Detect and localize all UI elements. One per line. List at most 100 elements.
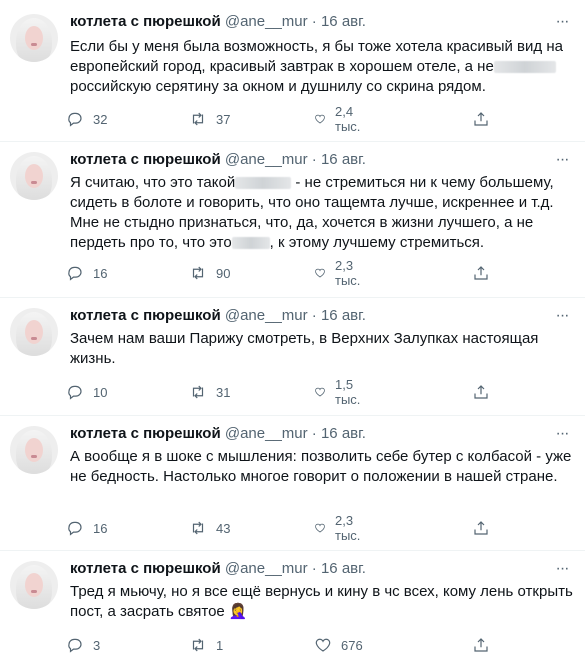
reply-count: 32: [93, 111, 108, 127]
tweet-text-part: российскую серятину за окном и душнилу с…: [70, 78, 486, 95]
tweet-text: А вообще я в шоке с мышления: позволить …: [70, 448, 572, 485]
retweet-button[interactable]: 1: [189, 635, 223, 655]
like-count: 2,3 тыс.: [335, 513, 361, 543]
censored-word: [235, 177, 292, 190]
reply-button[interactable]: 16: [66, 263, 107, 283]
like-icon: [315, 268, 325, 278]
like-icon: [315, 114, 325, 124]
author-handle[interactable]: @ane__mur: [225, 151, 308, 168]
retweet-icon: [192, 385, 204, 399]
retweet-count: 31: [216, 384, 231, 400]
separator-dot: ·: [311, 560, 317, 577]
avatar[interactable]: [10, 308, 58, 356]
retweet-count: 43: [216, 520, 231, 536]
separator-dot: ·: [311, 425, 317, 442]
share-button[interactable]: [472, 109, 490, 129]
reply-icon: [68, 521, 82, 536]
tweet-text: Тред я мьючу, но я все ещё вернусь и кин…: [70, 583, 573, 620]
author-handle[interactable]: @ane__mur: [225, 560, 308, 577]
tweet-date[interactable]: 16 авг.: [321, 425, 366, 442]
tweet-text-part: , к этому лучшему стремиться.: [269, 234, 485, 251]
author-name[interactable]: котлета с пюрешкой: [70, 151, 221, 168]
author-name[interactable]: котлета с пюрешкой: [70, 560, 221, 577]
author-name[interactable]: котлета с пюрешкой: [70, 425, 221, 442]
retweet-icon: [192, 266, 204, 280]
separator-dot: ·: [311, 151, 317, 168]
tweet-date[interactable]: 16 авг.: [321, 560, 366, 577]
reply-icon: [68, 266, 82, 281]
like-count: 2,3 тыс.: [335, 258, 361, 288]
reply-count: 10: [93, 384, 108, 400]
author-name[interactable]: котлета с пюрешкой: [70, 13, 221, 30]
reply-count: 3: [93, 637, 101, 653]
more-icon[interactable]: ···: [553, 151, 571, 169]
reply-icon: [68, 638, 82, 653]
censored-word: [493, 61, 556, 74]
retweet-button[interactable]: 37: [189, 109, 230, 129]
reply-count: 16: [93, 520, 108, 536]
like-button[interactable]: 2,4 тыс.: [314, 104, 366, 134]
share-button[interactable]: [472, 382, 490, 402]
share-button[interactable]: [472, 518, 490, 538]
tweet-date[interactable]: 16 авг.: [321, 151, 366, 168]
author-handle[interactable]: @ane__mur: [225, 13, 308, 30]
share-icon: [474, 638, 488, 652]
retweet-icon: [192, 521, 204, 535]
reply-button[interactable]: 10: [66, 382, 107, 402]
share-button[interactable]: [472, 263, 490, 283]
reply-button[interactable]: 32: [66, 109, 107, 129]
retweet-button[interactable]: 43: [189, 518, 230, 538]
like-count: 2,4 тыс.: [335, 104, 361, 134]
retweet-count: 37: [216, 111, 231, 127]
tweet-header: котлета с пюрешкой @ane__mur · 16 авг.: [70, 12, 366, 32]
author-handle[interactable]: @ane__mur: [225, 307, 308, 324]
avatar[interactable]: [10, 152, 58, 200]
avatar[interactable]: [10, 14, 58, 62]
more-icon[interactable]: ···: [553, 13, 571, 31]
tweet-header: котлета с пюрешкой @ane__mur · 16 авг.: [70, 424, 366, 444]
reply-icon: [68, 112, 82, 127]
like-button[interactable]: 1,5 тыс.: [314, 377, 366, 407]
author-handle[interactable]: @ane__mur: [225, 425, 308, 442]
more-icon[interactable]: ···: [553, 560, 571, 578]
divider: [0, 550, 585, 551]
reply-button[interactable]: 3: [66, 635, 100, 655]
tweet-date[interactable]: 16 авг.: [321, 307, 366, 324]
like-button[interactable]: 2,3 тыс.: [314, 513, 366, 543]
divider: [0, 141, 585, 142]
share-icon: [474, 521, 488, 535]
avatar[interactable]: [10, 561, 58, 609]
tweet-text-part: Я считаю, что это такой: [70, 174, 236, 191]
like-button[interactable]: 676: [314, 635, 363, 655]
tweet-header: котлета с пюрешкой @ane__mur · 16 авг.: [70, 559, 366, 579]
reply-button[interactable]: 16: [66, 518, 107, 538]
share-icon: [474, 385, 488, 399]
separator-dot: ·: [311, 307, 317, 324]
more-icon[interactable]: ···: [553, 425, 571, 443]
like-count: 1,5 тыс.: [335, 377, 361, 407]
avatar[interactable]: [10, 426, 58, 474]
retweet-button[interactable]: 31: [189, 382, 230, 402]
retweet-icon: [192, 638, 204, 652]
like-button[interactable]: 2,3 тыс.: [314, 258, 366, 288]
reply-icon: [68, 385, 82, 400]
tweet-date[interactable]: 16 авг.: [321, 13, 366, 30]
separator-dot: ·: [311, 13, 317, 30]
retweet-count: 90: [216, 265, 231, 281]
more-icon[interactable]: ···: [553, 307, 571, 325]
retweet-icon: [192, 112, 204, 126]
like-icon: [315, 523, 325, 533]
like-icon: [315, 387, 325, 397]
tweet-header: котлета с пюрешкой @ane__mur · 16 авг.: [70, 306, 366, 326]
share-icon: [474, 266, 488, 280]
share-icon: [474, 112, 488, 126]
divider: [0, 415, 585, 416]
censored-word: [231, 237, 270, 250]
tweet-text-part: Если бы у меня была возможность, я бы то…: [70, 38, 563, 75]
share-button[interactable]: [472, 635, 490, 655]
retweet-count: 1: [216, 637, 224, 653]
tweet-text: Зачем нам ваши Парижу смотреть, в Верхни…: [70, 330, 539, 367]
like-count: 676: [341, 637, 363, 653]
retweet-button[interactable]: 90: [189, 263, 230, 283]
author-name[interactable]: котлета с пюрешкой: [70, 307, 221, 324]
